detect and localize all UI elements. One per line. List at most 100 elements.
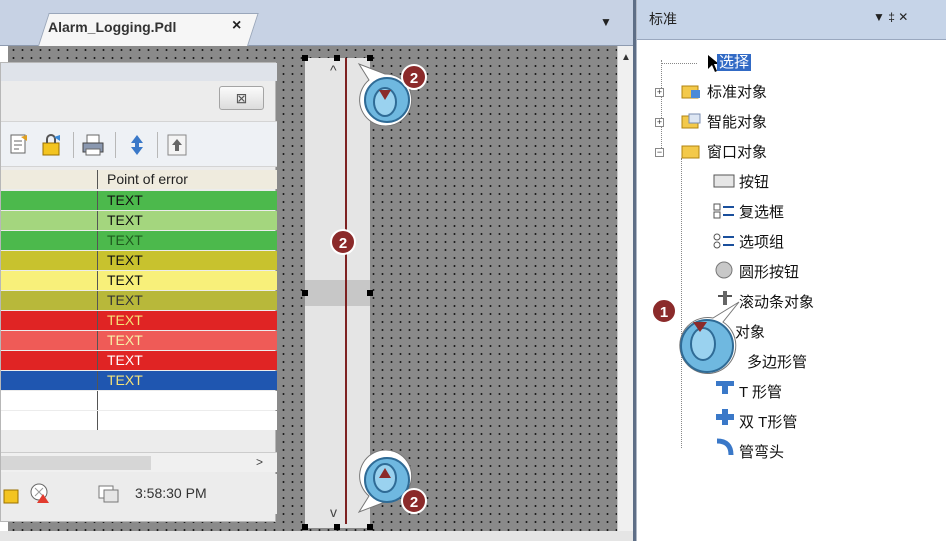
- table-row[interactable]: TEXT: [1, 331, 277, 350]
- object-palette-panel: 标准 ▼ ‡ ✕ 选择 + 标准对象 + 智能对象 − 窗口对象 按钮 复选框 …: [636, 0, 946, 541]
- alarm-warning-icon: [30, 483, 49, 503]
- toolbar-separator: [73, 132, 74, 158]
- panel-controls[interactable]: ▼ ‡ ✕: [873, 10, 908, 24]
- cell-point-of-error: TEXT: [107, 192, 143, 208]
- tab-title[interactable]: Alarm_Logging.Pdl: [48, 19, 176, 35]
- panel-title: 标准: [649, 11, 677, 27]
- resize-handle-top[interactable]: [334, 55, 340, 61]
- mouse-icon: [679, 301, 740, 374]
- mouse-callout-panel: [677, 300, 741, 376]
- tree-item-button[interactable]: 按钮: [739, 171, 769, 192]
- panel-header: 标准 ▼ ‡ ✕: [637, 0, 946, 40]
- table-row[interactable]: [1, 391, 277, 410]
- scroll-up-icon[interactable]: ▲: [621, 52, 631, 63]
- tree-item-checkbox[interactable]: 复选框: [739, 201, 784, 222]
- tree-item-pipe-elbow[interactable]: 管弯头: [739, 441, 784, 462]
- alarm-title-bar: [1, 63, 277, 81]
- move-top-icon[interactable]: [165, 133, 189, 157]
- mouse-callout-bottom: 2: [355, 449, 427, 514]
- cell-point-of-error: TEXT: [107, 212, 143, 228]
- alarm-status-bar: 3:58:30 PM: [1, 474, 277, 514]
- toolbar-separator: [157, 132, 158, 158]
- cell-point-of-error: TEXT: [107, 312, 143, 328]
- table-row[interactable]: TEXT: [1, 211, 277, 230]
- checkbox-icon: [713, 203, 734, 219]
- table-row[interactable]: TEXT: [1, 311, 277, 330]
- option-group-icon: [713, 233, 734, 249]
- resize-handle-top-left[interactable]: [302, 55, 308, 61]
- cell-point-of-error: TEXT: [107, 252, 143, 268]
- scrollbar-down-icon[interactable]: v: [330, 504, 337, 520]
- cell-point-of-error: TEXT: [107, 232, 143, 248]
- drag-line: [345, 58, 347, 524]
- print-icon[interactable]: [81, 133, 105, 157]
- sort-icon[interactable]: [125, 133, 149, 157]
- toolbar-separator: [115, 132, 116, 158]
- table-row[interactable]: TEXT: [1, 371, 277, 390]
- t-pipe-icon: [716, 381, 734, 394]
- editor-tab-bar: Alarm_Logging.Pdl × ▼: [0, 0, 633, 46]
- collapse-window-objects[interactable]: −: [655, 148, 664, 157]
- resize-handle-top-right[interactable]: [367, 55, 373, 61]
- cell-point-of-error: [99, 391, 277, 410]
- cell-point-of-error: TEXT: [107, 372, 143, 388]
- status-lock-icon: [3, 489, 19, 504]
- tree-item-window-objects[interactable]: 窗口对象: [707, 141, 767, 162]
- scrollbar-up-icon[interactable]: ^: [330, 62, 337, 78]
- table-row[interactable]: TEXT: [1, 351, 277, 370]
- table-row[interactable]: TEXT: [1, 191, 277, 210]
- scroll-right-icon[interactable]: >: [256, 455, 263, 469]
- expand-standard-objects[interactable]: +: [655, 88, 664, 97]
- folder-icon: [681, 85, 700, 99]
- scroll-thumb[interactable]: [1, 456, 151, 470]
- tree-item-round-button[interactable]: 圆形按钮: [739, 261, 799, 282]
- folder-open-icon: [681, 145, 700, 159]
- tree-item-standard-objects[interactable]: 标准对象: [707, 81, 767, 102]
- mouse-callout-top: 2: [355, 62, 427, 127]
- table-row[interactable]: TEXT: [1, 251, 277, 270]
- acknowledge-icon[interactable]: [7, 133, 31, 157]
- tree-item-option-group[interactable]: 选项组: [739, 231, 784, 252]
- table-row[interactable]: [1, 411, 277, 430]
- callout-badge-middle: 2: [330, 229, 356, 255]
- window-icon: [98, 485, 119, 503]
- double-t-pipe-icon: [716, 409, 734, 425]
- table-row[interactable]: TEXT: [1, 231, 277, 250]
- tab-list-dropdown-icon[interactable]: ▼: [600, 15, 612, 29]
- alarm-horizontal-scrollbar[interactable]: >: [1, 452, 277, 472]
- canvas-bottom-bar: [0, 531, 633, 541]
- button-icon: [713, 174, 735, 188]
- cell-point-of-error: TEXT: [107, 332, 143, 348]
- scrollbar-thumb[interactable]: [305, 280, 370, 306]
- cell-point-of-error: TEXT: [107, 292, 143, 308]
- expand-smart-objects[interactable]: +: [655, 118, 664, 127]
- status-time: 3:58:30 PM: [135, 485, 207, 501]
- tab-close-icon[interactable]: ×: [232, 17, 241, 35]
- cell-point-of-error: TEXT: [107, 272, 143, 288]
- tree-item-polygon-pipe[interactable]: 多边形管: [747, 351, 807, 372]
- column-header-point-of-error[interactable]: Point of error: [99, 170, 277, 189]
- cell-point-of-error: TEXT: [107, 352, 143, 368]
- alarm-close-button[interactable]: ⊠: [219, 86, 264, 110]
- tree-item-scrollbar-object[interactable]: 滚动条对象: [739, 291, 814, 312]
- resize-handle-right[interactable]: [367, 290, 373, 296]
- round-button-icon: [715, 261, 733, 279]
- table-row[interactable]: TEXT: [1, 271, 277, 290]
- canvas-vertical-scrollbar[interactable]: ▲: [617, 46, 633, 531]
- tree-item-double-t-pipe[interactable]: 双 T形管: [739, 411, 797, 432]
- resize-handle-bottom[interactable]: [334, 524, 340, 530]
- alarm-toolbar: [1, 121, 277, 167]
- tree-item-smart-objects[interactable]: 智能对象: [707, 111, 767, 132]
- tree-item-select[interactable]: 选择: [717, 51, 752, 72]
- alarm-control[interactable]: ⊠ Point of error TEXT TEXT TEXT TEXT TEXT TEX…: [0, 62, 277, 522]
- callout-badge: 2: [401, 64, 427, 90]
- folder-icon: [681, 113, 701, 129]
- resize-handle-bottom-right[interactable]: [367, 524, 373, 530]
- table-row[interactable]: TEXT: [1, 291, 277, 310]
- lock-icon[interactable]: [39, 133, 63, 157]
- cell-point-of-error: [99, 411, 277, 430]
- grid-header-row: Point of error: [1, 170, 277, 189]
- resize-handle-left[interactable]: [302, 290, 308, 296]
- tree-item-t-pipe[interactable]: T 形管: [739, 381, 782, 402]
- resize-handle-bottom-left[interactable]: [302, 524, 308, 530]
